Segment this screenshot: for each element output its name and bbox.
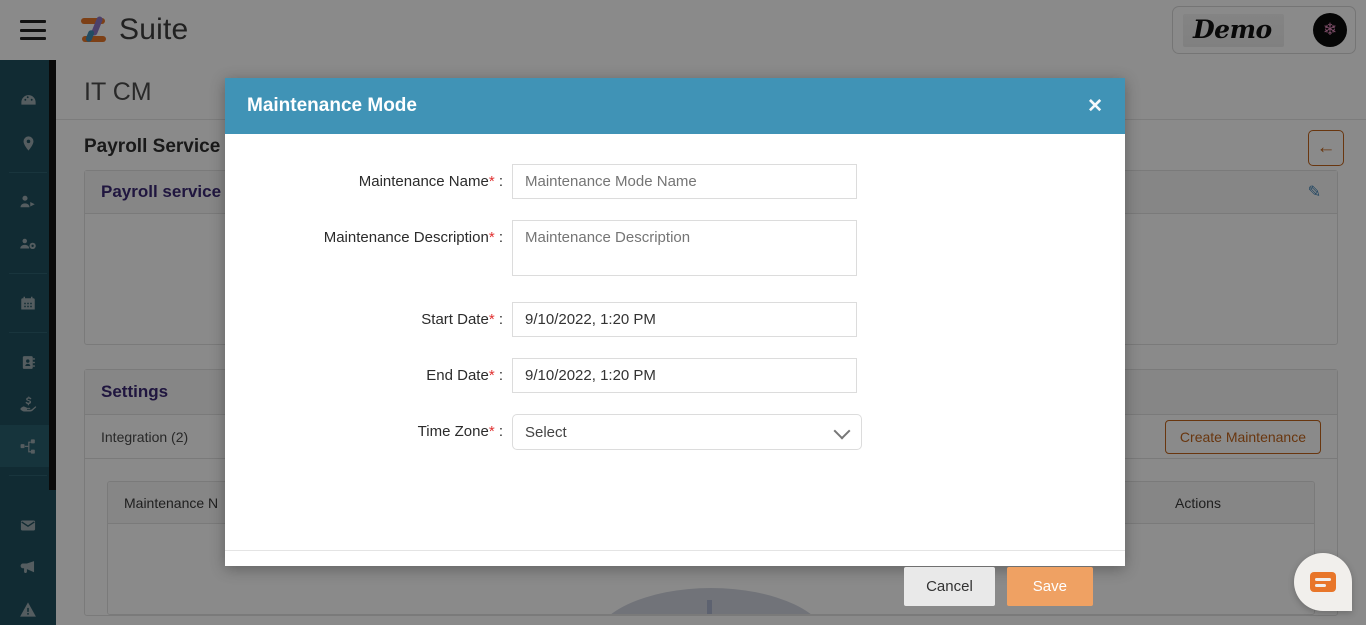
field-row-end-date: End Date* : — [225, 358, 1125, 393]
save-button[interactable]: Save — [1006, 567, 1093, 606]
field-row-time-zone: Time Zone* : Select — [225, 414, 1125, 450]
close-icon[interactable]: ✕ — [1087, 95, 1103, 118]
field-row-maintenance-description: Maintenance Description* : — [225, 220, 1125, 281]
label-maintenance-description: Maintenance Description* : — [323, 229, 503, 246]
modal-header: Maintenance Mode ✕ — [225, 78, 1125, 134]
maintenance-description-textarea[interactable] — [512, 220, 857, 276]
label-maintenance-name: Maintenance Name* : — [358, 173, 503, 190]
end-date-input[interactable] — [512, 358, 857, 393]
field-row-start-date: Start Date* : — [225, 302, 1125, 337]
start-date-input[interactable] — [512, 302, 857, 337]
field-row-maintenance-name: Maintenance Name* : — [225, 164, 1125, 199]
label-end-date: End Date* : — [426, 367, 503, 384]
app-root: Suite Demo ❄ IT CM Payroll Service Payro… — [0, 0, 1366, 625]
label-time-zone: Time Zone* : — [417, 423, 503, 440]
label-start-date: Start Date* : — [421, 311, 503, 328]
maintenance-name-input[interactable] — [512, 164, 857, 199]
chat-widget-button[interactable] — [1294, 553, 1352, 611]
modal-body: Maintenance Name* : Maintenance Descript… — [225, 134, 1125, 550]
time-zone-select[interactable]: Select — [512, 414, 862, 450]
cancel-button[interactable]: Cancel — [904, 567, 995, 606]
time-zone-selected-value: Select — [525, 423, 567, 441]
modal-footer: Cancel Save — [225, 550, 1125, 622]
chat-message-icon — [1310, 572, 1336, 592]
modal-title: Maintenance Mode — [247, 95, 417, 116]
maintenance-mode-modal: Maintenance Mode ✕ Maintenance Name* : M… — [225, 78, 1125, 606]
